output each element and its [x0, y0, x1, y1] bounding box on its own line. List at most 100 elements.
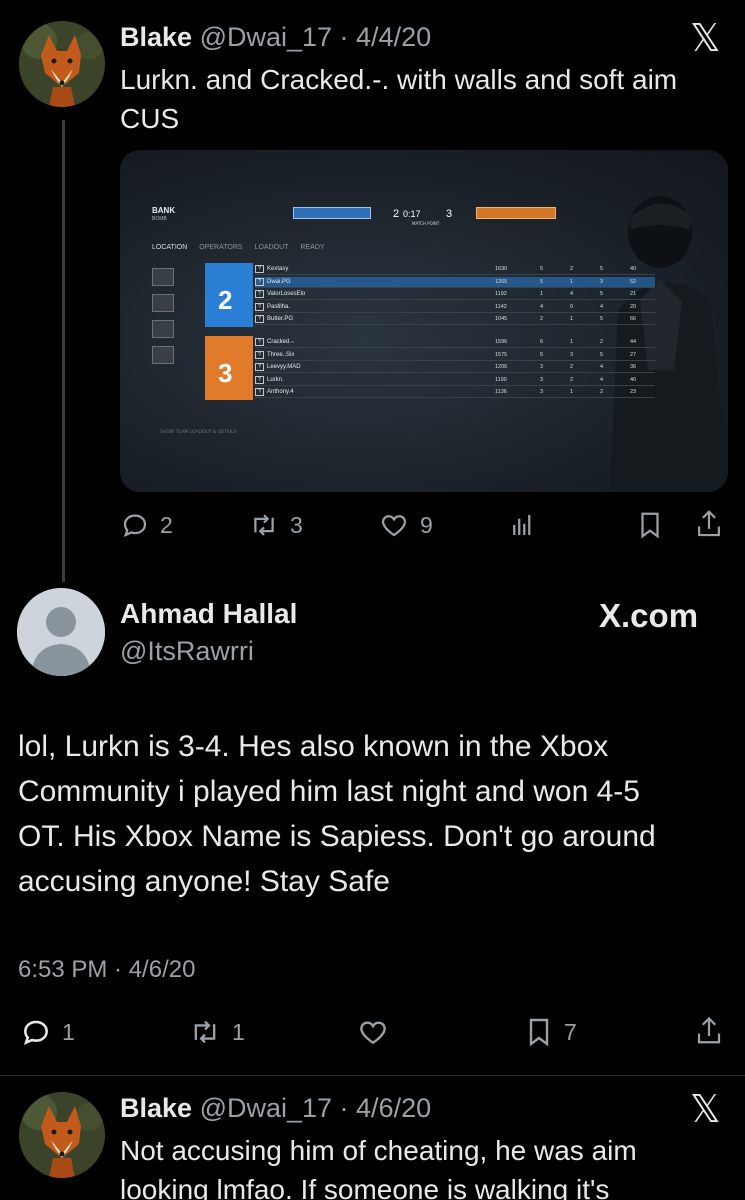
- player-row[interactable]: ? Anthony.4 1136 3 1 2 23: [255, 387, 655, 398]
- x-com-logo[interactable]: X.com: [599, 597, 698, 635]
- tweet-media-image[interactable]: BANK BOMB 2 0:17 3 MATCH POINT LOCATION …: [120, 150, 728, 492]
- stat-cell: 1142: [495, 303, 507, 310]
- round-timer: 0:17: [403, 209, 421, 219]
- author-name[interactable]: Blake: [120, 1093, 192, 1123]
- rank-icon: ?: [255, 338, 264, 346]
- rank-icon: ?: [255, 350, 264, 359]
- author-meta[interactable]: @Dwai_17 · 4/6/20: [200, 1093, 432, 1123]
- stat-cell: 21: [630, 291, 637, 297]
- rank-icon: ?: [255, 302, 264, 311]
- tab-operators[interactable]: OPERATORS: [199, 244, 242, 251]
- rank-icon: ?: [255, 363, 264, 371]
- reply-icon: [123, 514, 147, 538]
- rank-icon: ?: [255, 375, 264, 384]
- reply-button[interactable]: 2: [120, 510, 173, 540]
- share-icon: [698, 510, 720, 537]
- tweet-header: Blake @Dwai_17 · 4/6/20: [120, 1093, 431, 1124]
- stat-cell: 1: [570, 316, 574, 322]
- player-row[interactable]: ? Pastilha. 1142 4 0 4 20: [255, 302, 655, 313]
- tab-location[interactable]: LOCATION: [152, 244, 187, 251]
- player-row[interactable]: ? Dwai.PG 1265 5 1 3 52: [255, 276, 655, 288]
- stat-cell: 4: [600, 364, 604, 370]
- reply-text-line: lol, Lurkn is 3-4. Hes also known in the…: [18, 730, 609, 763]
- reply-author-name[interactable]: Ahmad Hallal: [120, 598, 297, 630]
- rank-icon: ?: [255, 265, 264, 273]
- stat-cell: 5: [600, 351, 604, 358]
- retweet-button[interactable]: 3: [248, 510, 303, 540]
- stat-cell: 5: [600, 316, 604, 322]
- player-row[interactable]: ? Butter.PG 1045 2 1 5 66: [255, 314, 655, 325]
- player-row[interactable]: ? Cracked.-. 1596 6 1 2 44: [255, 337, 655, 348]
- stat-cell: 4: [570, 291, 574, 297]
- rank-icon: ?: [255, 315, 264, 323]
- stat-cell: 1: [540, 291, 544, 297]
- like-button[interactable]: 9: [378, 510, 433, 540]
- player-row[interactable]: ? Leevyy.MAD 1206 3 2 4 36: [255, 362, 655, 373]
- stat-cell: 1596: [495, 339, 508, 345]
- x-logo-icon[interactable]: 𝕏: [690, 16, 721, 60]
- stat-cell: 36: [630, 364, 637, 370]
- player-name: ? Leevyy.MAD: [255, 363, 405, 371]
- stat-cell: 2: [600, 389, 604, 395]
- player-name: ? Kextasy: [255, 265, 405, 273]
- author-name[interactable]: Blake: [120, 22, 192, 52]
- operator-icon: [152, 268, 174, 286]
- reply-text-line: OT. His Xbox Name is Sapiess. Don't go a…: [18, 820, 656, 853]
- like-count: 9: [420, 511, 433, 538]
- bookmark-button[interactable]: [636, 510, 664, 540]
- stat-cell: 2: [600, 339, 604, 345]
- stat-cell: 1192: [495, 291, 507, 297]
- player-name-text: Pastilha.: [267, 303, 291, 310]
- stat-cell: 5: [540, 278, 544, 285]
- player-row[interactable]: ? ValorLosesElo 1192 1 4 5 21: [255, 289, 655, 300]
- x-logo-icon[interactable]: 𝕏: [690, 1087, 721, 1131]
- reply-icon: [23, 1020, 48, 1045]
- tab-loadout[interactable]: LOADOUT: [255, 244, 289, 251]
- analytics-icon: [513, 515, 531, 535]
- retweet-icon: [194, 1020, 216, 1044]
- stat-cell: 1575: [495, 351, 508, 358]
- stat-cell: 2: [570, 376, 574, 383]
- blue-team-score: 2: [218, 285, 233, 315]
- stat-cell: 3: [570, 351, 574, 358]
- reply-timestamp[interactable]: 6:53 PM · 4/6/20: [18, 956, 195, 984]
- reply-button[interactable]: 1: [20, 1016, 75, 1048]
- score-left: 2: [393, 208, 400, 220]
- player-row[interactable]: ? Kextasy 1630 5 2 5 40: [255, 264, 655, 275]
- retweet-count: 1: [232, 1018, 245, 1045]
- tweet-text-line: Not accusing him of cheating, he was aim: [120, 1135, 637, 1166]
- like-button[interactable]: [356, 1016, 390, 1048]
- stat-cell: 66: [630, 316, 637, 322]
- reply-text: lol, Lurkn is 3-4. Hes also known in the…: [18, 724, 728, 904]
- player-row[interactable]: ? Three..Six 1575 5 3 5 27: [255, 350, 655, 361]
- stat-cell: 4: [600, 303, 604, 310]
- stat-cell: 5: [600, 291, 604, 297]
- score-right: 3: [446, 208, 453, 220]
- avatar[interactable]: [17, 588, 105, 676]
- stat-cell: 1206: [495, 364, 508, 370]
- stat-cell: 3: [600, 278, 604, 285]
- avatar[interactable]: [19, 1092, 105, 1178]
- reply-count: 2: [160, 511, 173, 538]
- author-meta[interactable]: @Dwai_17 · 4/4/20: [200, 22, 432, 52]
- rank-icon: ?: [255, 290, 264, 298]
- stat-cell: 1045: [495, 316, 508, 322]
- share-button[interactable]: [694, 508, 724, 540]
- stat-cell: 2: [570, 266, 574, 272]
- reply-author-handle[interactable]: @ItsRawrri: [120, 636, 254, 667]
- player-name: ? ValorLosesElo: [255, 290, 405, 298]
- tab-ready[interactable]: READY: [300, 244, 324, 251]
- views-button[interactable]: [508, 510, 538, 540]
- bookmark-button[interactable]: 7: [524, 1016, 577, 1048]
- retweet-button[interactable]: 1: [188, 1016, 245, 1048]
- stat-cell: 27: [630, 351, 637, 358]
- stat-cell: 52: [630, 278, 637, 285]
- tweet-text: Lurkn. and Cracked.-. with walls and sof…: [120, 60, 730, 138]
- share-button[interactable]: [694, 1014, 724, 1048]
- player-name: ? Dwai.PG: [255, 277, 405, 286]
- avatar[interactable]: [19, 21, 105, 107]
- player-row[interactable]: ? Lurkn. 1190 3 2 4 40: [255, 375, 655, 386]
- match-point-label: MATCH POINT: [412, 221, 440, 226]
- player-name: ? Three..Six: [255, 350, 405, 359]
- thread-line: [62, 120, 65, 582]
